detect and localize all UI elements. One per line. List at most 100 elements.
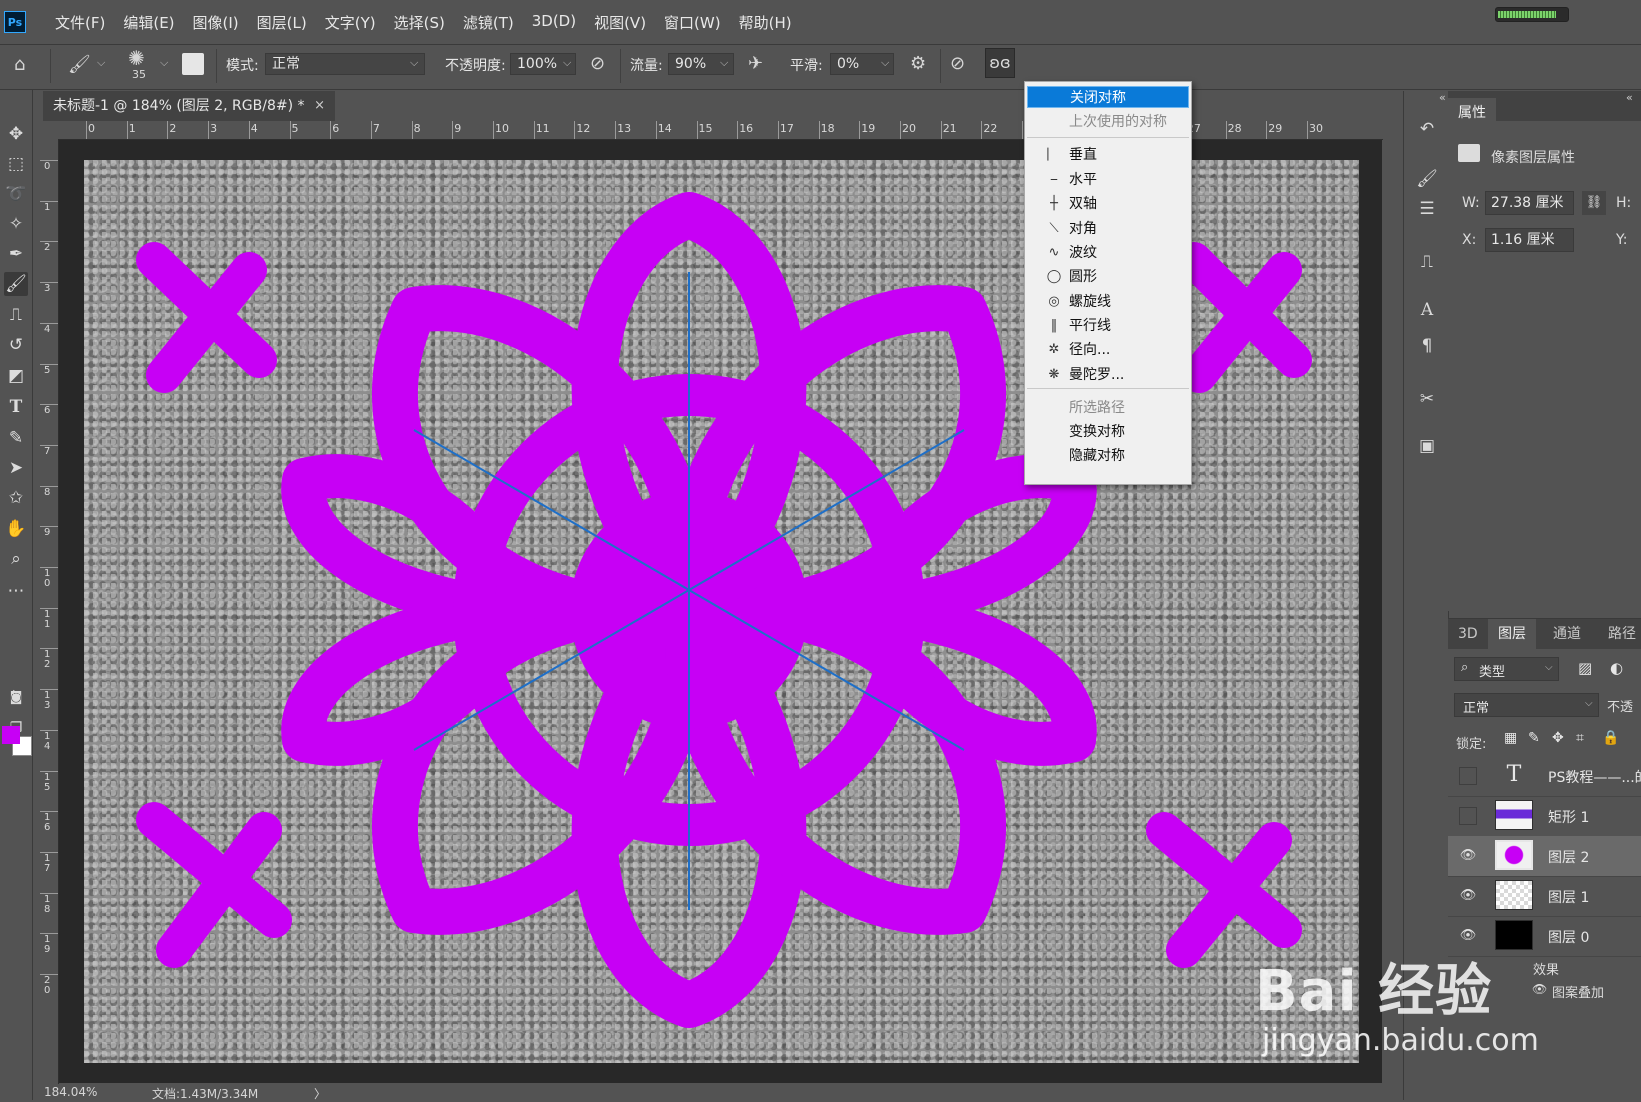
symmetry-menu-item[interactable]: ‖ 平行线 <box>1027 315 1189 337</box>
visibility-eye-icon[interactable]: 👁 <box>1459 847 1477 865</box>
move-tool-icon[interactable]: ✥ <box>4 122 28 146</box>
symmetry-menu-item[interactable]: ✲ 径向... <box>1027 339 1189 361</box>
paragraph-panel-icon[interactable]: ¶ <box>1416 335 1438 357</box>
type-tool-icon[interactable]: T <box>4 395 28 419</box>
document-tab[interactable]: 未标题-1 @ 184% (图层 2, RGB/8#) * × <box>43 91 335 121</box>
symmetry-butterfly-icon[interactable]: ʚɞ <box>985 48 1015 78</box>
link-icon[interactable]: ⛓ <box>1582 191 1606 215</box>
width-field[interactable]: 27.38 厘米 <box>1485 191 1574 215</box>
symmetry-menu-item[interactable]: ∿ 波纹 <box>1027 242 1189 264</box>
close-icon[interactable]: × <box>314 91 325 121</box>
gear-icon[interactable]: ⚙ <box>910 53 926 74</box>
device-preview-panel-icon[interactable]: ▣ <box>1416 435 1438 457</box>
tab-properties[interactable]: 属性 <box>1448 98 1496 128</box>
symmetry-menu-item[interactable]: ❋ 曼陀罗... <box>1027 364 1189 386</box>
layer-row[interactable]: 👁 图层 2 <box>1448 836 1641 877</box>
pattern-overlay-effect[interactable]: 图案叠加 <box>1552 982 1604 1001</box>
menu-item[interactable]: 文件(F) <box>46 12 114 33</box>
quick-mask-icon[interactable]: ◙ <box>4 686 28 710</box>
history-panel-icon[interactable]: ↶ <box>1416 118 1438 140</box>
menu-item[interactable]: 选择(S) <box>385 12 454 33</box>
brush-settings-icon[interactable] <box>182 53 204 75</box>
lock-all-icon[interactable]: 🔒 <box>1602 730 1619 746</box>
marquee-tool-icon[interactable]: ⬚ <box>4 152 28 176</box>
mode-select[interactable]: 正常 <box>265 53 425 75</box>
stamp-tool-icon[interactable]: ⎍ <box>4 303 28 327</box>
tools-preset-panel-icon[interactable]: ✂ <box>1416 388 1438 410</box>
brush-preset-icon[interactable]: ✺ <box>128 46 145 70</box>
visibility-eye-icon[interactable]: 👁 <box>1459 887 1477 905</box>
symmetry-menu-item[interactable]: 关闭对称 <box>1027 86 1189 108</box>
home-icon[interactable]: ⌂ <box>14 54 25 75</box>
visibility-toggle[interactable] <box>1459 767 1477 785</box>
menu-item[interactable]: 帮助(H) <box>730 12 801 33</box>
menu-item[interactable]: 编辑(E) <box>114 12 183 33</box>
collapse-icon[interactable]: « <box>1439 91 1446 104</box>
eraser-tool-icon[interactable]: ◩ <box>4 364 28 388</box>
adjustments-panel-icon[interactable]: ☰ <box>1416 198 1438 220</box>
eyedropper-tool-icon[interactable]: ✒ <box>4 242 28 266</box>
layer-row[interactable]: 👁 图层 1 <box>1448 876 1641 917</box>
pressure-size-icon[interactable]: ⊘ <box>950 53 965 74</box>
symmetry-menu-item[interactable]: 隐藏对称 <box>1027 445 1189 467</box>
menu-item[interactable]: 图像(I) <box>184 12 248 33</box>
lasso-tool-icon[interactable]: ➰ <box>4 182 28 206</box>
chevron-down-icon[interactable]: ⌵ <box>563 56 571 70</box>
symmetry-menu-item[interactable]: ⎯ 水平 <box>1027 169 1189 191</box>
x-field[interactable]: 1.16 厘米 <box>1485 228 1574 252</box>
shape-tool-icon[interactable]: ✩ <box>4 486 28 510</box>
chevron-down-icon[interactable]: ⌵ <box>160 56 168 70</box>
chevron-down-icon[interactable]: ⌵ <box>881 56 889 70</box>
airbrush-icon[interactable]: ✈ <box>748 53 763 74</box>
lock-transparent-icon[interactable]: ▦ <box>1504 730 1517 746</box>
pressure-opacity-icon[interactable]: ⊘ <box>590 53 605 74</box>
visibility-toggle[interactable] <box>1459 807 1477 825</box>
brush-settings-panel-icon[interactable]: 🖌 <box>1416 168 1438 190</box>
menu-item[interactable]: 图层(L) <box>248 12 316 33</box>
clone-source-panel-icon[interactable]: ⎍ <box>1416 251 1438 273</box>
pen-tool-icon[interactable]: ✎ <box>4 426 28 450</box>
visibility-eye-icon[interactable]: 👁 <box>1459 927 1477 945</box>
layer-row[interactable]: 矩形 1 <box>1448 796 1641 837</box>
symmetry-menu-item[interactable]: ⎸ 垂直 <box>1027 144 1189 166</box>
symmetry-menu-item[interactable]: ◎ 螺旋线 <box>1027 291 1189 313</box>
more-tools-icon[interactable]: ⋯ <box>4 579 28 603</box>
collapse-icon[interactable]: « <box>1626 91 1633 104</box>
layers-panel-tab[interactable]: 通道 <box>1543 619 1591 649</box>
path-selection-tool-icon[interactable]: ➤ <box>4 456 28 480</box>
lock-artboard-icon[interactable]: ⌗ <box>1576 730 1584 746</box>
chevron-down-icon[interactable]: ⌵ <box>720 56 728 70</box>
magic-wand-tool-icon[interactable]: ✧ <box>4 212 28 236</box>
pixel-filter-icon[interactable]: ▨ <box>1578 659 1592 677</box>
brush-tool-icon[interactable]: 🖌 <box>4 272 28 296</box>
menu-item[interactable]: 文字(Y) <box>316 12 385 33</box>
menu-item[interactable]: 滤镜(T) <box>454 12 523 33</box>
menu-item[interactable]: 视图(V) <box>585 12 655 33</box>
menu-item[interactable]: 窗口(W) <box>655 12 730 33</box>
blend-mode-select[interactable]: 正常 ⌵ <box>1454 693 1599 717</box>
layers-panel-tab[interactable]: 3D <box>1448 619 1488 649</box>
adjustment-filter-icon[interactable]: ◐ <box>1610 659 1623 677</box>
symmetry-menu-item[interactable]: ┼ 双轴 <box>1027 193 1189 215</box>
visibility-eye-icon[interactable]: 👁 <box>1532 982 1547 996</box>
chevron-down-icon[interactable]: ⌵ <box>410 56 418 70</box>
symmetry-menu-item[interactable]: ◯ 圆形 <box>1027 266 1189 288</box>
layers-panel-tab[interactable]: 图层 <box>1488 619 1536 650</box>
zoom-tool-icon[interactable]: ⌕ <box>4 547 28 571</box>
foreground-color-swatch[interactable] <box>2 726 20 744</box>
brush-tool-icon[interactable]: 🖌 <box>68 54 91 75</box>
hand-tool-icon[interactable]: ✋ <box>4 517 28 541</box>
layer-row[interactable]: T PS教程——...的 <box>1448 756 1641 797</box>
layer-filter-select[interactable]: ⌕ 类型 ⌵ <box>1454 657 1559 681</box>
lock-pixels-icon[interactable]: ✎ <box>1528 730 1540 746</box>
status-menu-arrow-icon[interactable]: 〉 <box>314 1085 326 1102</box>
chevron-down-icon[interactable]: ⌵ <box>97 56 105 70</box>
layers-panel-tab[interactable]: 路径 <box>1598 619 1641 649</box>
symmetry-menu-item[interactable]: ⟍ 对角 <box>1027 218 1189 240</box>
symmetry-menu-item[interactable]: 变换对称 <box>1027 421 1189 443</box>
zoom-level[interactable]: 184.04% <box>44 1085 97 1099</box>
menu-item[interactable]: 3D(D) <box>523 12 585 33</box>
history-brush-tool-icon[interactable]: ↺ <box>4 333 28 357</box>
lock-position-icon[interactable]: ✥ <box>1552 730 1564 746</box>
character-panel-icon[interactable]: A <box>1416 299 1438 321</box>
